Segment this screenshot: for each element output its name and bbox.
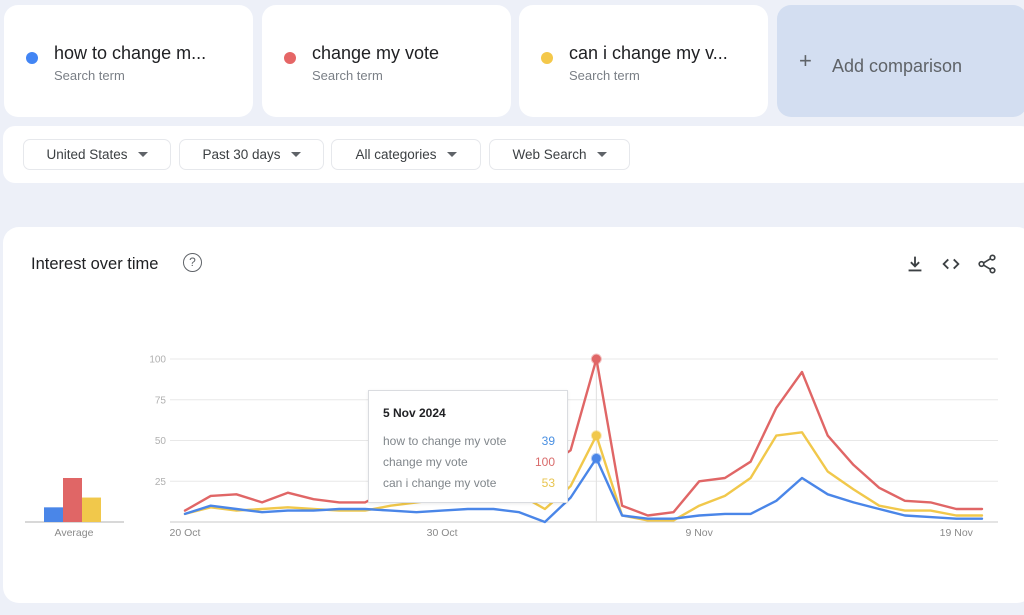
average-label: Average <box>55 527 94 539</box>
y-tick-label: 50 <box>155 436 167 447</box>
caret-down-icon <box>596 152 607 157</box>
search-term-card-1[interactable]: how to change m... Search term <box>4 5 253 117</box>
average-bar <box>82 497 101 522</box>
caret-down-icon <box>446 152 457 157</box>
search-type-dropdown[interactable]: Web Search <box>489 139 630 170</box>
average-bar <box>44 507 63 522</box>
add-comparison-button[interactable]: + Add comparison <box>777 5 1024 117</box>
tooltip-row: change my vote 100 <box>383 455 555 469</box>
tooltip-term: how to change my vote <box>383 434 507 448</box>
plus-icon: + <box>799 48 812 73</box>
region-dropdown[interactable]: United States <box>23 139 171 170</box>
search-term-type: Search term <box>569 68 640 83</box>
x-tick-label: 19 Nov <box>940 527 974 539</box>
search-type-dropdown-label: Web Search <box>512 147 587 162</box>
interest-over-time-panel: Interest over time ? 25 50 75 100 20 Oct 30 O… <box>3 227 1024 603</box>
search-term-type: Search term <box>54 68 125 83</box>
chart-tooltip: 5 Nov 2024 how to change my vote 39 chan… <box>368 390 568 503</box>
tooltip-row: how to change my vote 39 <box>383 434 555 448</box>
search-term-label: how to change m... <box>54 43 207 63</box>
hover-point-marker <box>590 452 602 464</box>
series-color-dot-blue <box>26 52 38 64</box>
tooltip-term: change my vote <box>383 455 468 469</box>
search-term-type: Search term <box>312 68 383 83</box>
caret-down-icon <box>290 152 301 157</box>
add-comparison-label: Add comparison <box>832 56 963 76</box>
search-term-label: can i change my v... <box>569 43 728 63</box>
x-tick-label: 9 Nov <box>685 527 713 539</box>
category-dropdown-label: All categories <box>355 147 437 162</box>
average-bar <box>63 477 82 522</box>
tooltip-value: 53 <box>541 476 555 490</box>
time-range-dropdown[interactable]: Past 30 days <box>179 139 324 170</box>
series-color-dot-yellow <box>541 52 553 64</box>
hover-point-marker <box>590 430 602 442</box>
series-line-1 <box>183 457 984 524</box>
x-tick-label: 20 Oct <box>170 527 201 539</box>
search-term-card-3[interactable]: can i change my v... Search term <box>519 5 768 117</box>
x-tick-label: 30 Oct <box>427 527 458 539</box>
time-range-dropdown-label: Past 30 days <box>202 147 281 162</box>
series-color-dot-red <box>284 52 296 64</box>
y-tick-label: 100 <box>149 355 166 366</box>
region-dropdown-label: United States <box>46 147 128 162</box>
y-tick-label: 25 <box>155 477 167 488</box>
category-dropdown[interactable]: All categories <box>331 139 481 170</box>
series-line-2 <box>183 357 984 517</box>
filter-bar: United States Past 30 days All categorie… <box>3 126 1024 183</box>
tooltip-row: can i change my vote 53 <box>383 476 555 490</box>
search-term-label: change my vote <box>312 43 440 63</box>
tooltip-value: 39 <box>541 434 555 448</box>
tooltip-term: can i change my vote <box>383 476 497 490</box>
search-term-card-2[interactable]: change my vote Search term <box>262 5 511 117</box>
tooltip-date: 5 Nov 2024 <box>383 406 446 420</box>
hover-point-marker <box>590 353 602 365</box>
tooltip-value: 100 <box>534 455 555 469</box>
caret-down-icon <box>137 152 148 157</box>
y-tick-label: 75 <box>155 395 167 406</box>
